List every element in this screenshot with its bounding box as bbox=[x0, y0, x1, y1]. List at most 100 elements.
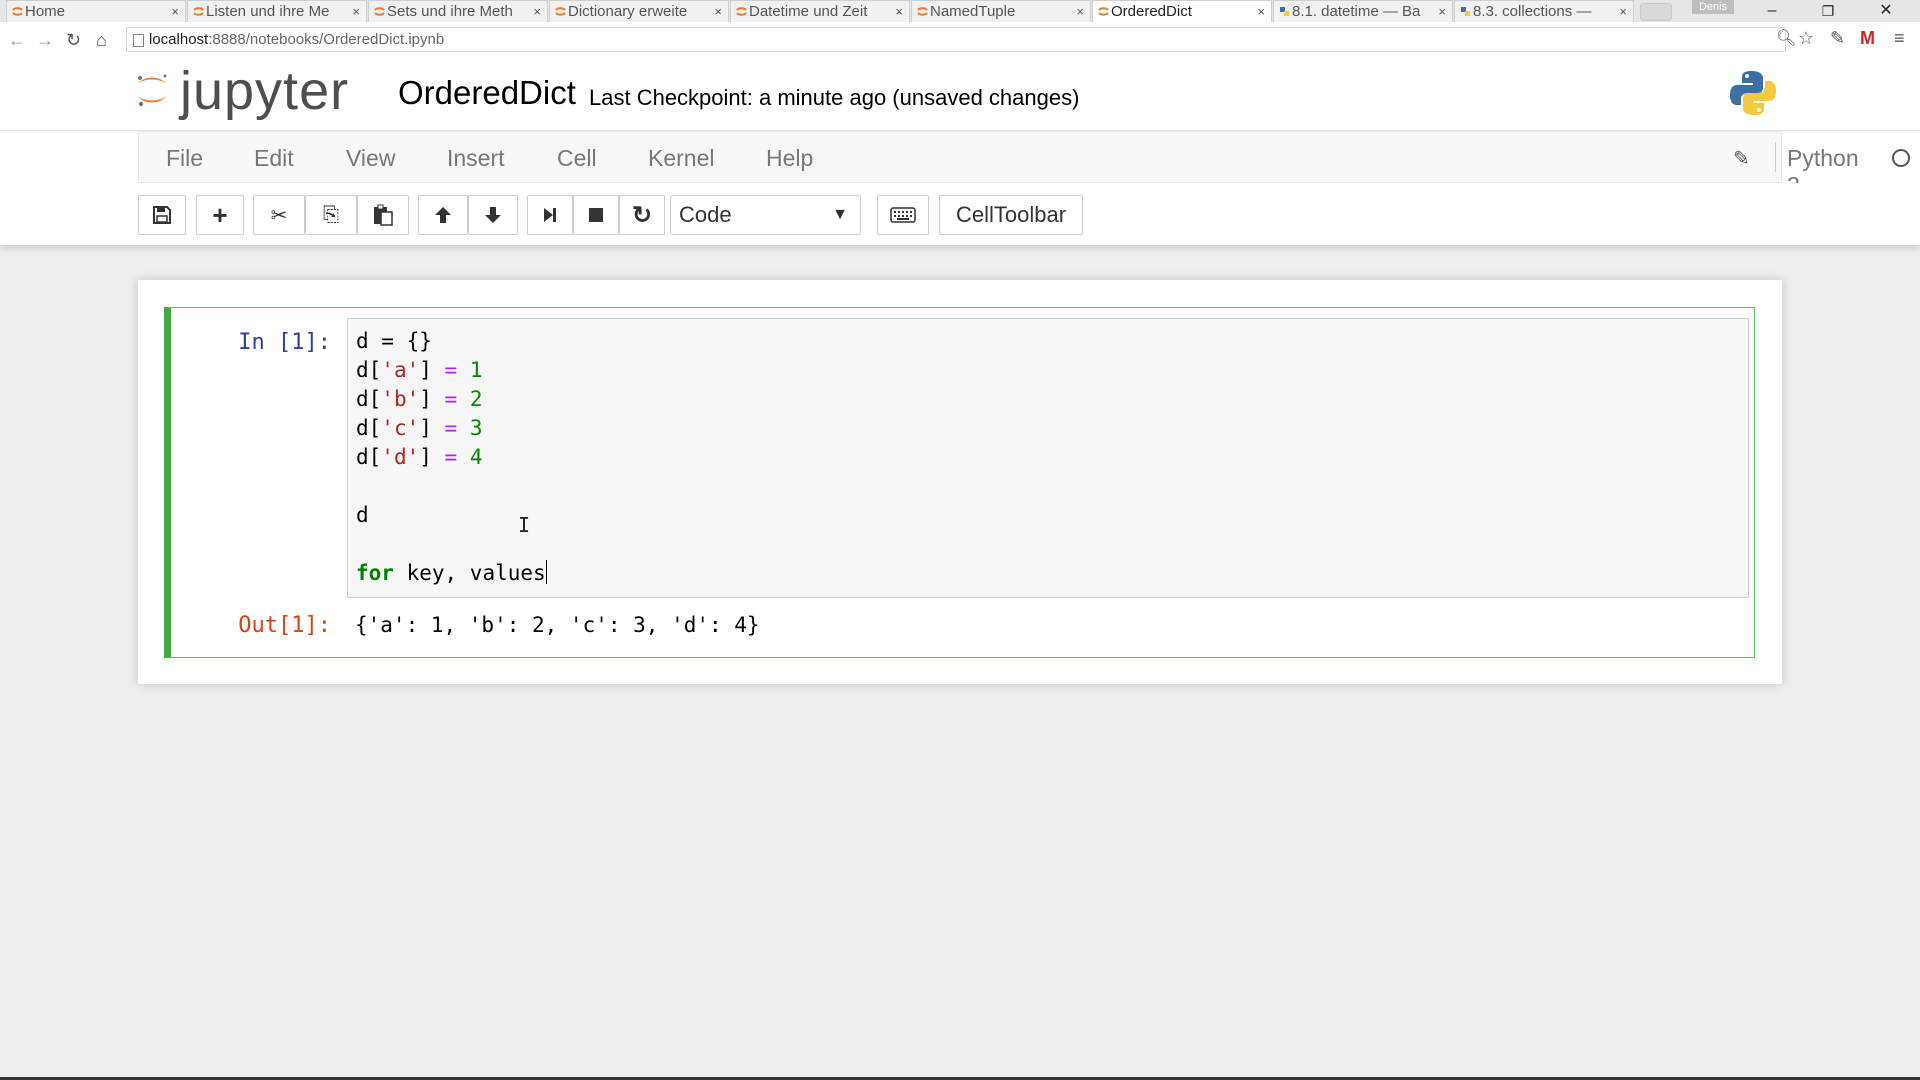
code-line: d['b'] = 2 bbox=[356, 385, 547, 414]
cell-type-select[interactable]: Code ▼ bbox=[670, 195, 861, 235]
restore-button[interactable]: ❐ bbox=[1806, 0, 1850, 22]
menu-kernel[interactable]: Kernel bbox=[648, 145, 714, 172]
stop-icon bbox=[589, 208, 603, 222]
zoom-icon[interactable]: 🔍︎ bbox=[1776, 28, 1796, 48]
arrow-up-icon bbox=[435, 207, 451, 223]
notebook-title[interactable]: OrderedDict bbox=[398, 74, 576, 112]
python-favicon-icon bbox=[1461, 7, 1470, 16]
gmail-extension-icon[interactable]: M bbox=[1860, 28, 1875, 49]
menu-file[interactable]: File bbox=[166, 145, 203, 172]
close-icon[interactable]: × bbox=[171, 4, 179, 19]
paste-button[interactable] bbox=[357, 195, 409, 235]
code-token: 'd' bbox=[381, 445, 420, 469]
menu-insert[interactable]: Insert bbox=[447, 145, 505, 172]
jupyter-logo-icon[interactable] bbox=[134, 72, 170, 108]
menu-bar-container: File Edit View Insert Cell Kernel Help ✎… bbox=[138, 131, 1910, 198]
browser-tab[interactable]: Home × bbox=[6, 0, 186, 22]
tab-label: Datetime und Zeit bbox=[749, 3, 868, 20]
code-token: 'b' bbox=[381, 387, 420, 411]
kernel-separator bbox=[1775, 142, 1776, 172]
editor-caret bbox=[545, 560, 547, 584]
forward-arrow-icon[interactable]: → bbox=[36, 30, 54, 51]
address-bar: ← → ↻ ⌂ localhost:8888/notebooks/Ordered… bbox=[0, 22, 1920, 59]
kernel-idle-indicator-icon bbox=[1892, 149, 1910, 167]
browser-tab[interactable]: 8.1. datetime — Ba × bbox=[1273, 0, 1453, 22]
code-token: 3 bbox=[469, 416, 483, 440]
new-tab-button[interactable] bbox=[1640, 3, 1672, 21]
reload-icon[interactable]: ↻ bbox=[66, 30, 81, 51]
celltoolbar-button[interactable]: CellToolbar bbox=[939, 195, 1083, 235]
browser-tab[interactable]: Listen und ihre Me × bbox=[187, 0, 367, 22]
close-icon[interactable]: × bbox=[1257, 4, 1265, 19]
close-icon[interactable]: × bbox=[714, 4, 722, 19]
code-token: 1 bbox=[469, 358, 483, 382]
code-token: ] bbox=[419, 387, 445, 411]
home-icon[interactable]: ⌂ bbox=[96, 30, 107, 51]
save-icon bbox=[153, 206, 171, 224]
run-cell-button[interactable] bbox=[527, 195, 573, 235]
close-icon[interactable]: × bbox=[352, 4, 360, 19]
chevron-down-icon: ▼ bbox=[832, 206, 848, 223]
close-icon[interactable]: × bbox=[1619, 4, 1627, 19]
jupyter-logo-text[interactable]: jupyter bbox=[180, 60, 349, 122]
menu-bar: File Edit View Insert Cell Kernel Help ✎… bbox=[0, 131, 1920, 198]
move-down-button[interactable] bbox=[468, 195, 518, 235]
extension-icon[interactable]: ✎ bbox=[1830, 28, 1845, 49]
page-icon bbox=[133, 34, 144, 47]
tab-label: NamedTuple bbox=[930, 3, 1016, 20]
minimize-button[interactable]: – bbox=[1750, 0, 1794, 22]
insert-cell-button[interactable]: + bbox=[196, 195, 244, 235]
profile-badge[interactable]: Denis bbox=[1692, 0, 1734, 14]
browser-menu-icon[interactable]: ≡ bbox=[1894, 28, 1905, 49]
input-prompt: In [1]: bbox=[238, 330, 331, 355]
code-token: = bbox=[444, 445, 458, 469]
back-arrow-icon[interactable]: ← bbox=[8, 30, 26, 51]
code-editor[interactable]: d = {} d['a'] = 1 d['b'] = 2 d['c'] = 3 d['d… bbox=[347, 318, 1749, 598]
interrupt-kernel-button[interactable] bbox=[573, 195, 619, 235]
menu-help[interactable]: Help bbox=[766, 145, 813, 172]
bookmark-star-icon[interactable]: ☆ bbox=[1798, 28, 1814, 49]
code-cell[interactable]: In [1]: d = {} d['a'] = 1 d['b'] = 2 d['c']… bbox=[164, 307, 1755, 658]
code-token: d[ bbox=[356, 387, 382, 411]
url-input[interactable]: localhost:8888/notebooks/OrderedDict.ipy… bbox=[126, 27, 1786, 52]
code-token: = bbox=[444, 416, 458, 440]
browser-tab[interactable]: Sets und ihre Meth × bbox=[368, 0, 548, 22]
browser-tab[interactable]: 8.3. collections — × bbox=[1454, 0, 1634, 22]
close-icon[interactable]: × bbox=[1438, 4, 1446, 19]
move-up-button[interactable] bbox=[418, 195, 468, 235]
jupyter-favicon-icon bbox=[917, 7, 928, 16]
browser-tab[interactable]: Datetime und Zeit × bbox=[730, 0, 910, 22]
browser-tab[interactable]: Dictionary erweite × bbox=[549, 0, 729, 22]
jupyter-favicon-icon bbox=[736, 7, 747, 16]
cell-output: {'a': 1, 'b': 2, 'c': 3, 'd': 4} bbox=[355, 613, 760, 637]
menu-cell[interactable]: Cell bbox=[557, 145, 597, 172]
edit-mode-pencil-icon: ✎ bbox=[1733, 148, 1750, 170]
cut-button[interactable]: ✂ bbox=[253, 195, 305, 235]
browser-tab[interactable]: OrderedDict × bbox=[1092, 0, 1272, 22]
code-token: d = {} bbox=[356, 329, 432, 353]
close-icon[interactable]: × bbox=[895, 4, 903, 19]
notebook-toolbar: + ✂ ⎘ ↻ Code ▼ CellToolbar bbox=[0, 183, 1920, 245]
restart-kernel-button[interactable]: ↻ bbox=[619, 195, 665, 235]
menu-edit[interactable]: Edit bbox=[254, 145, 294, 172]
close-icon[interactable]: × bbox=[1076, 4, 1084, 19]
command-palette-button[interactable] bbox=[877, 195, 929, 235]
output-prompt: Out[1]: bbox=[238, 613, 331, 638]
browser-tab[interactable]: NamedTuple × bbox=[911, 0, 1091, 22]
scissors-icon: ✂ bbox=[270, 204, 288, 227]
code-token: d[ bbox=[356, 416, 382, 440]
url-host: localhost bbox=[149, 31, 209, 48]
arrow-down-icon bbox=[485, 207, 501, 223]
tab-label: OrderedDict bbox=[1111, 3, 1192, 20]
jupyter-favicon-icon bbox=[193, 7, 204, 16]
python-logo-icon bbox=[1730, 71, 1776, 115]
save-button[interactable] bbox=[138, 195, 186, 235]
close-icon[interactable]: × bbox=[533, 4, 541, 19]
menu-view[interactable]: View bbox=[346, 145, 395, 172]
tab-label: 8.3. collections — bbox=[1473, 3, 1592, 20]
copy-button[interactable]: ⎘ bbox=[305, 195, 357, 235]
code-content[interactable]: d = {} d['a'] = 1 d['b'] = 2 d['c'] = 3 d['d… bbox=[356, 327, 547, 588]
step-forward-icon bbox=[544, 208, 556, 222]
close-window-button[interactable]: ✕ bbox=[1864, 0, 1908, 22]
